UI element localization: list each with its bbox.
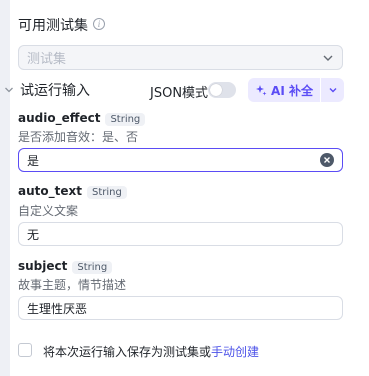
audio-effect-input[interactable]: 是 bbox=[18, 148, 343, 172]
ai-complete-label: AI 补全 bbox=[271, 83, 313, 98]
field-label-auto-text: auto_text String bbox=[18, 184, 127, 199]
chevron-down-icon bbox=[329, 88, 336, 93]
json-mode-toggle[interactable] bbox=[208, 82, 236, 98]
info-icon[interactable]: i bbox=[93, 18, 105, 30]
run-input-label: 试运行输入 bbox=[20, 83, 90, 99]
field-description: 是否添加音效：是、否 bbox=[18, 130, 139, 144]
auto-text-input[interactable]: 无 bbox=[18, 222, 343, 246]
save-testset-checkbox[interactable] bbox=[18, 343, 32, 357]
toggle-knob bbox=[210, 84, 222, 96]
json-mode-label: JSON模式 bbox=[150, 86, 209, 101]
field-name: auto_text bbox=[18, 184, 82, 198]
testset-placeholder: 测试集 bbox=[27, 52, 67, 67]
chevron-down-icon bbox=[323, 55, 333, 61]
save-testset-text: 将本次运行输入保存为测试集或手动创建 bbox=[43, 343, 259, 360]
field-label-subject: subject String bbox=[18, 259, 113, 274]
testset-select[interactable]: 测试集 bbox=[18, 45, 343, 70]
subject-input[interactable]: 生理性厌恶 bbox=[18, 296, 343, 320]
input-value: 无 bbox=[27, 227, 40, 242]
input-value: 是 bbox=[27, 153, 40, 168]
testset-title: 可用测试集 bbox=[18, 18, 88, 34]
field-name: audio_effect bbox=[18, 111, 101, 125]
type-tag: String bbox=[72, 261, 113, 274]
field-description: 自定义文案 bbox=[18, 204, 79, 218]
field-label-audio-effect: audio_effect String bbox=[18, 111, 146, 126]
manual-create-link[interactable]: 手动创建 bbox=[211, 345, 259, 359]
run-input-header[interactable]: 试运行输入 bbox=[4, 78, 90, 102]
field-name: subject bbox=[18, 259, 68, 273]
chevron-down-icon[interactable] bbox=[4, 85, 14, 95]
sparkle-icon bbox=[256, 85, 267, 96]
type-tag: String bbox=[86, 186, 127, 199]
input-value: 生理性厌恶 bbox=[27, 301, 88, 316]
left-rail bbox=[0, 0, 10, 376]
save-testset-label: 将本次运行输入保存为测试集或 bbox=[43, 345, 212, 359]
ai-complete-button-group: AI 补全 bbox=[248, 78, 344, 102]
field-description: 故事主题，情节描述 bbox=[18, 278, 127, 292]
clear-icon[interactable] bbox=[320, 153, 334, 167]
ai-complete-button[interactable]: AI 补全 bbox=[248, 78, 320, 102]
ai-dropdown-button[interactable] bbox=[321, 78, 344, 102]
type-tag: String bbox=[105, 113, 146, 126]
